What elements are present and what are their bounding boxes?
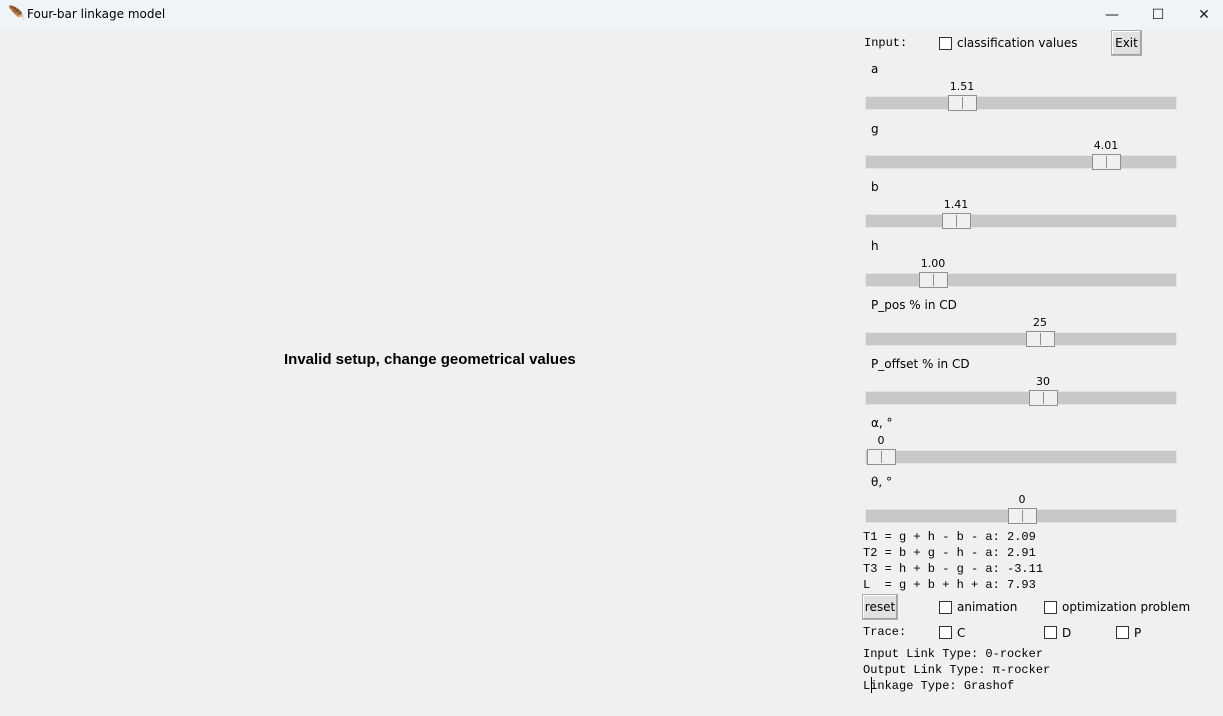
trace-p-checkbox[interactable] (1116, 626, 1129, 639)
slider-label-a: a (871, 62, 879, 76)
slider-value-a: 1.51 (949, 80, 975, 93)
close-button[interactable]: ✕ (1181, 0, 1223, 30)
slider-thumb[interactable] (948, 95, 977, 111)
linkage-canvas (0, 30, 858, 716)
optimization-checkbox[interactable] (1044, 601, 1057, 614)
linkage-type: Linkage Type: Grashof (863, 679, 1015, 693)
slider-thumb[interactable] (1008, 508, 1037, 524)
slider-value-b: 1.41 (943, 198, 969, 211)
title-bar: 🪶 Four-bar linkage model — ☐ ✕ (0, 0, 1223, 30)
slider-value-g: 4.01 (1093, 139, 1119, 152)
slider-label-p-offset: P_offset % in CD (871, 357, 970, 371)
slider-g[interactable] (865, 154, 1177, 170)
optimization-label: optimization problem (1062, 600, 1191, 614)
equation-t3: T3 = h + b - g - a: -3.11 (863, 562, 1044, 576)
slider-value-p-pos: 25 (1033, 316, 1047, 329)
equation-l: L = g + b + h + a: 7.93 (863, 578, 1036, 592)
slider-label-h: h (871, 239, 879, 253)
slider-value-p-offset: 30 (1036, 375, 1050, 388)
slider-value-theta: 0 (1018, 493, 1026, 506)
exit-button[interactable]: Exit (1111, 30, 1142, 56)
slider-h[interactable] (865, 272, 1177, 288)
slider-thumb[interactable] (1026, 331, 1055, 347)
window-title: Four-bar linkage model (27, 7, 166, 21)
equation-t2: T2 = b + g - h - a: 2.91 (863, 546, 1036, 560)
slider-p-offset[interactable] (865, 390, 1177, 406)
reset-button[interactable]: reset (862, 594, 898, 620)
input-link-type: Input Link Type: 0-rocker (863, 647, 1044, 661)
slider-label-b: b (871, 180, 879, 194)
animation-label: animation (957, 600, 1018, 614)
slider-thumb[interactable] (1029, 390, 1058, 406)
text-cursor (871, 677, 872, 693)
slider-a[interactable] (865, 95, 1177, 111)
equation-t1: T1 = g + h - b - a: 2.09 (863, 530, 1036, 544)
trace-d-label: D (1062, 626, 1072, 640)
classification-label: classification values (957, 36, 1078, 50)
invalid-setup-message: Invalid setup, change geometrical values (284, 351, 576, 368)
slider-label-p-pos: P_pos % in CD (871, 298, 957, 312)
slider-thumb[interactable] (867, 449, 896, 465)
slider-label-alpha: α, ° (871, 416, 893, 430)
slider-value-alpha: 0 (877, 434, 885, 447)
classification-checkbox[interactable] (939, 37, 952, 50)
input-label: Input: (864, 36, 908, 50)
trace-c-label: C (957, 626, 966, 640)
animation-checkbox[interactable] (939, 601, 952, 614)
output-link-type: Output Link Type: π-rocker (863, 663, 1051, 677)
slider-thumb[interactable] (1092, 154, 1121, 170)
feather-icon: 🪶 (8, 6, 26, 22)
trace-label: Trace: (863, 625, 907, 639)
minimize-button[interactable]: — (1089, 0, 1135, 30)
slider-thumb[interactable] (942, 213, 971, 229)
slider-b[interactable] (865, 213, 1177, 229)
trace-p-label: P (1134, 626, 1142, 640)
slider-alpha[interactable] (865, 449, 1177, 465)
slider-theta[interactable] (865, 508, 1177, 524)
trace-c-checkbox[interactable] (939, 626, 952, 639)
slider-p-pos[interactable] (865, 331, 1177, 347)
slider-value-h: 1.00 (920, 257, 946, 270)
slider-label-theta: θ, ° (871, 475, 892, 489)
slider-thumb[interactable] (919, 272, 948, 288)
trace-d-checkbox[interactable] (1044, 626, 1057, 639)
slider-label-g: g (871, 122, 879, 136)
maximize-button[interactable]: ☐ (1135, 0, 1181, 30)
